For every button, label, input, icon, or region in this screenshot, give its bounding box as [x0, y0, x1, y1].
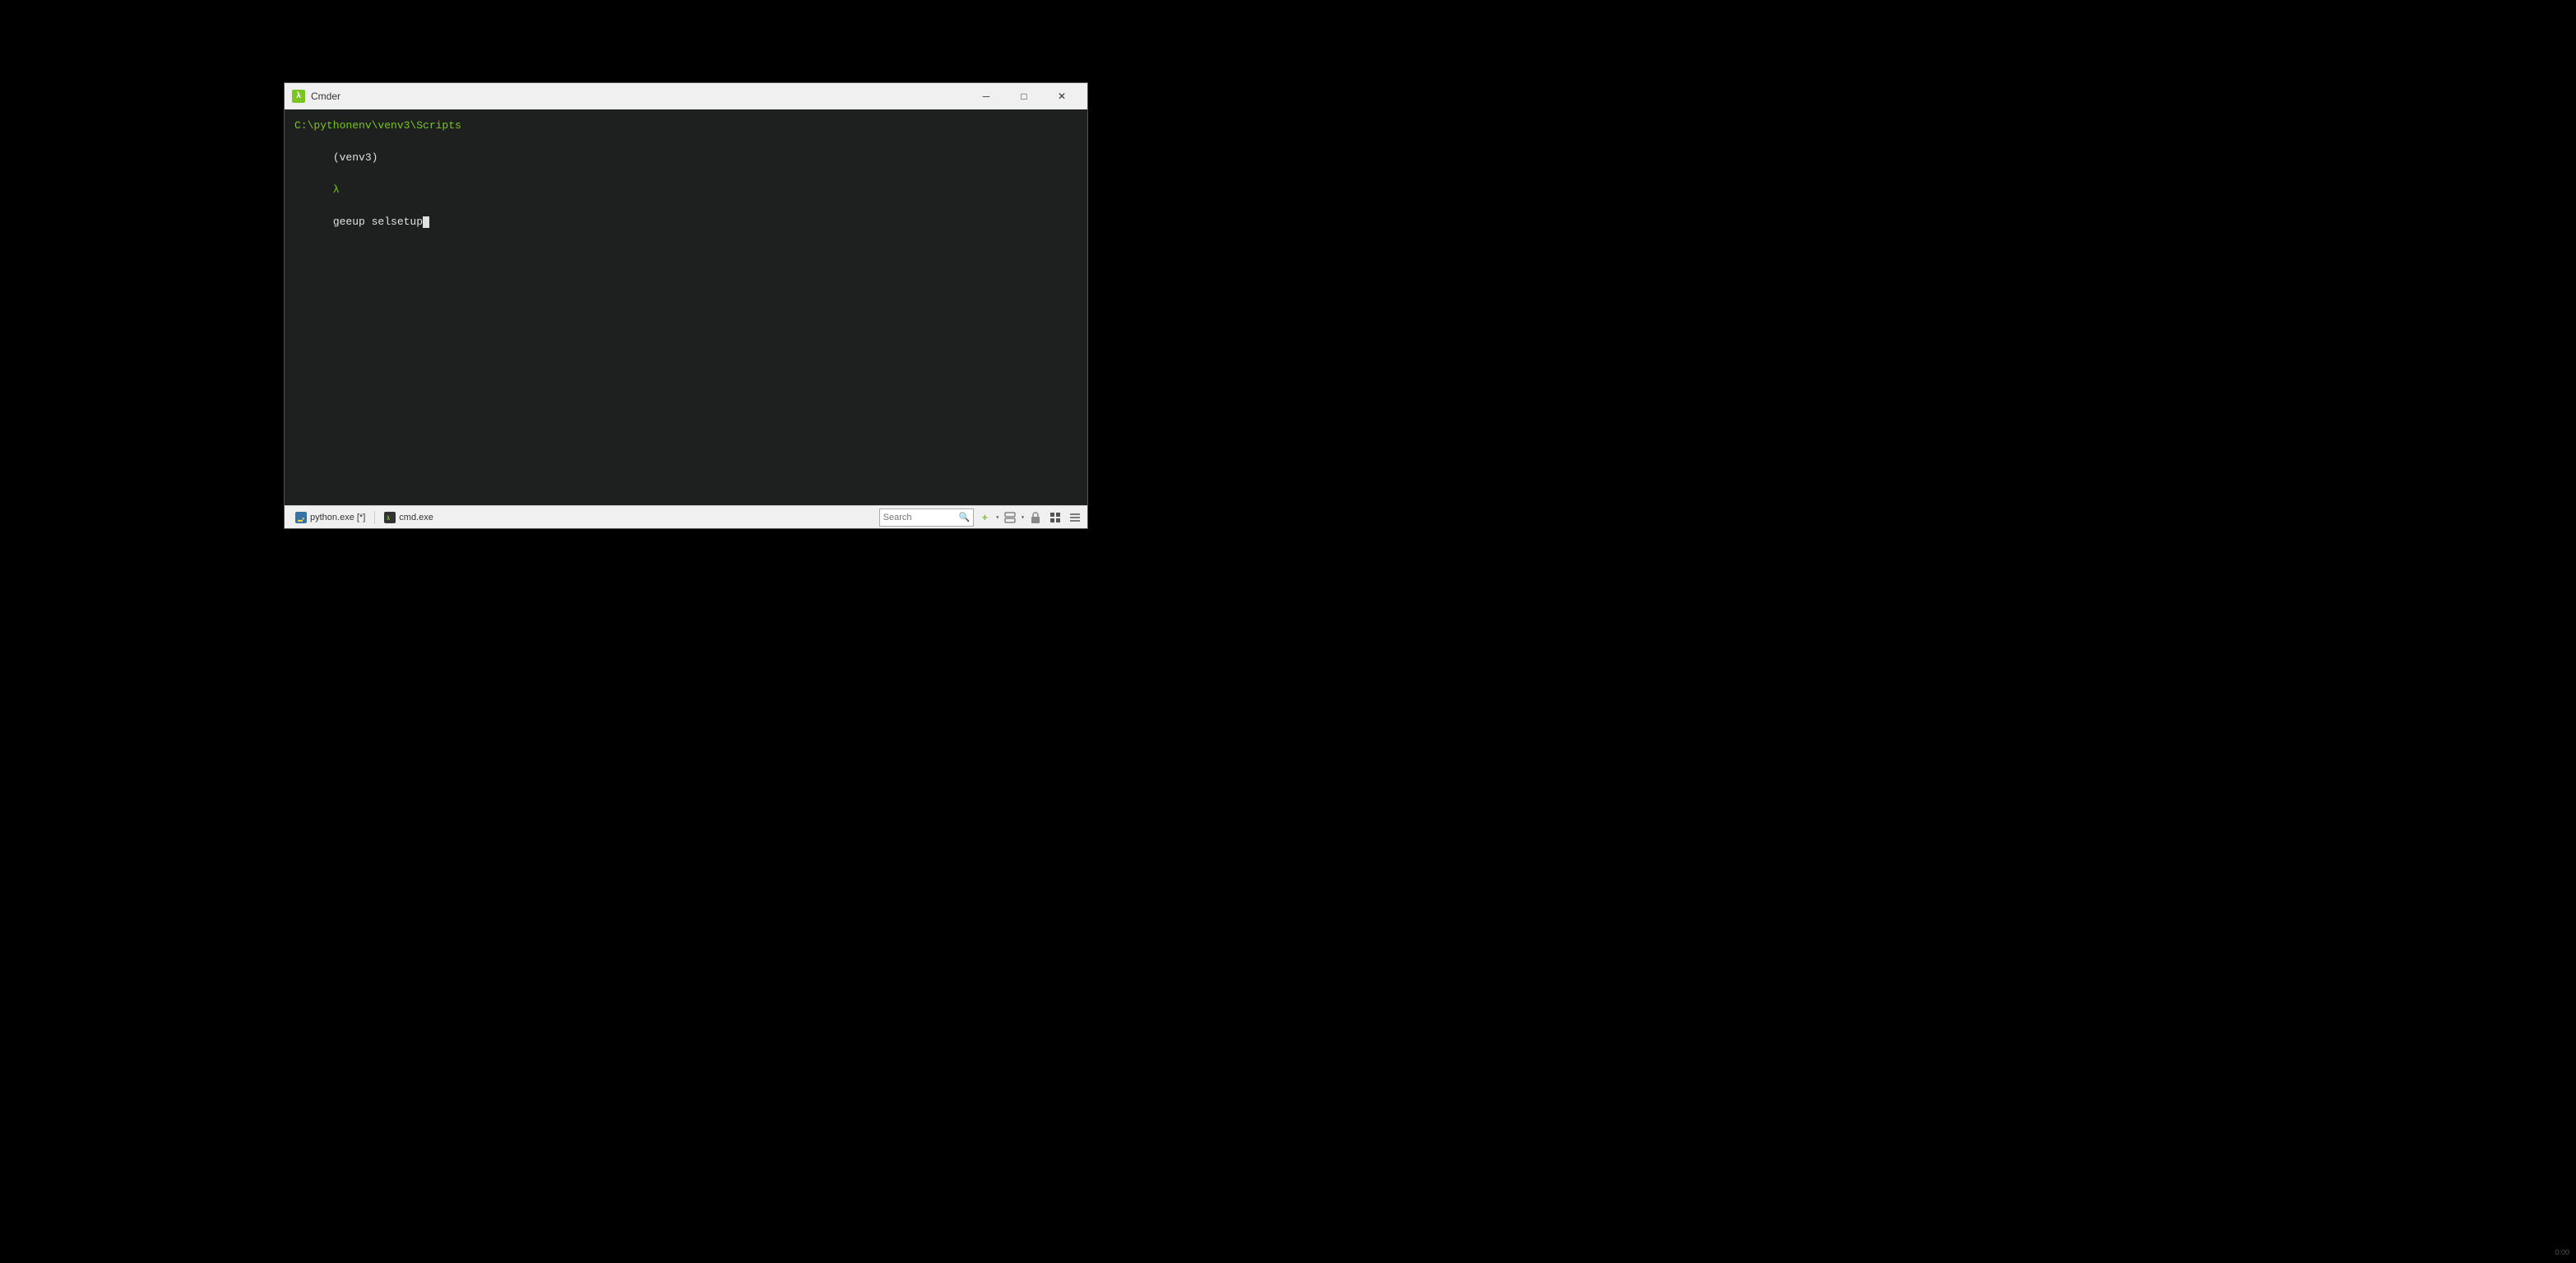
prompt-line: (venv3) λ geeup selsetup — [294, 134, 1077, 247]
prompt-space — [333, 168, 340, 180]
terminal-cursor — [423, 216, 429, 228]
tab-separator — [374, 511, 375, 524]
logo-char: λ — [292, 90, 305, 103]
tab-cmd-label: cmd.exe — [399, 513, 433, 522]
search-box: 🔍 — [879, 508, 975, 527]
search-icon[interactable]: 🔍 — [959, 512, 971, 523]
system-clock: 0:00 — [2555, 1248, 2569, 1256]
svg-text:λ: λ — [387, 515, 390, 522]
lock-icon — [1031, 512, 1040, 523]
cmder-window: λ Cmder ─ □ ✕ C:\pythonenv\venv3\Scripts… — [284, 82, 1088, 529]
cmder-logo-icon: λ — [291, 89, 306, 104]
python-tab-icon — [295, 512, 307, 523]
split-horizontal-button[interactable] — [1001, 508, 1019, 527]
window-title: Cmder — [311, 91, 967, 102]
statusbar-actions: + ▾ ▾ — [975, 508, 1084, 527]
cmd-tab-icon: λ — [384, 512, 396, 523]
split-h-dropdown-icon[interactable]: ▾ — [1021, 513, 1025, 522]
prompt-space2 — [333, 200, 340, 212]
add-tab-button[interactable]: + — [975, 508, 994, 527]
titlebar: λ Cmder ─ □ ✕ — [285, 83, 1087, 109]
split-h-icon — [1004, 512, 1016, 523]
hamburger-icon — [1069, 513, 1081, 522]
tab-python[interactable]: python.exe [*] — [288, 508, 373, 527]
terminal-body[interactable]: C:\pythonenv\venv3\Scripts (venv3) λ gee… — [285, 109, 1087, 505]
lambda-symbol: λ — [333, 183, 340, 196]
layout-button[interactable] — [1046, 508, 1064, 527]
layout-icon — [1049, 512, 1061, 523]
tab-cmd[interactable]: λ cmd.exe — [377, 508, 441, 527]
add-tab-dropdown-icon[interactable]: ▾ — [995, 513, 999, 522]
lock-button[interactable] — [1026, 508, 1045, 527]
window-controls: ─ □ ✕ — [967, 83, 1081, 109]
minimize-button[interactable]: ─ — [967, 83, 1005, 109]
tab-python-label: python.exe [*] — [310, 513, 365, 522]
statusbar: python.exe [*] λ cmd.exe 🔍 + ▾ — [285, 505, 1087, 528]
maximize-button[interactable]: □ — [1005, 83, 1043, 109]
close-button[interactable]: ✕ — [1043, 83, 1081, 109]
path-line: C:\pythonenv\venv3\Scripts — [294, 118, 1077, 134]
venv-indicator: (venv3) — [333, 151, 378, 164]
command-text: geeup selsetup — [333, 216, 423, 228]
search-input[interactable] — [883, 513, 957, 522]
menu-button[interactable] — [1066, 508, 1084, 527]
